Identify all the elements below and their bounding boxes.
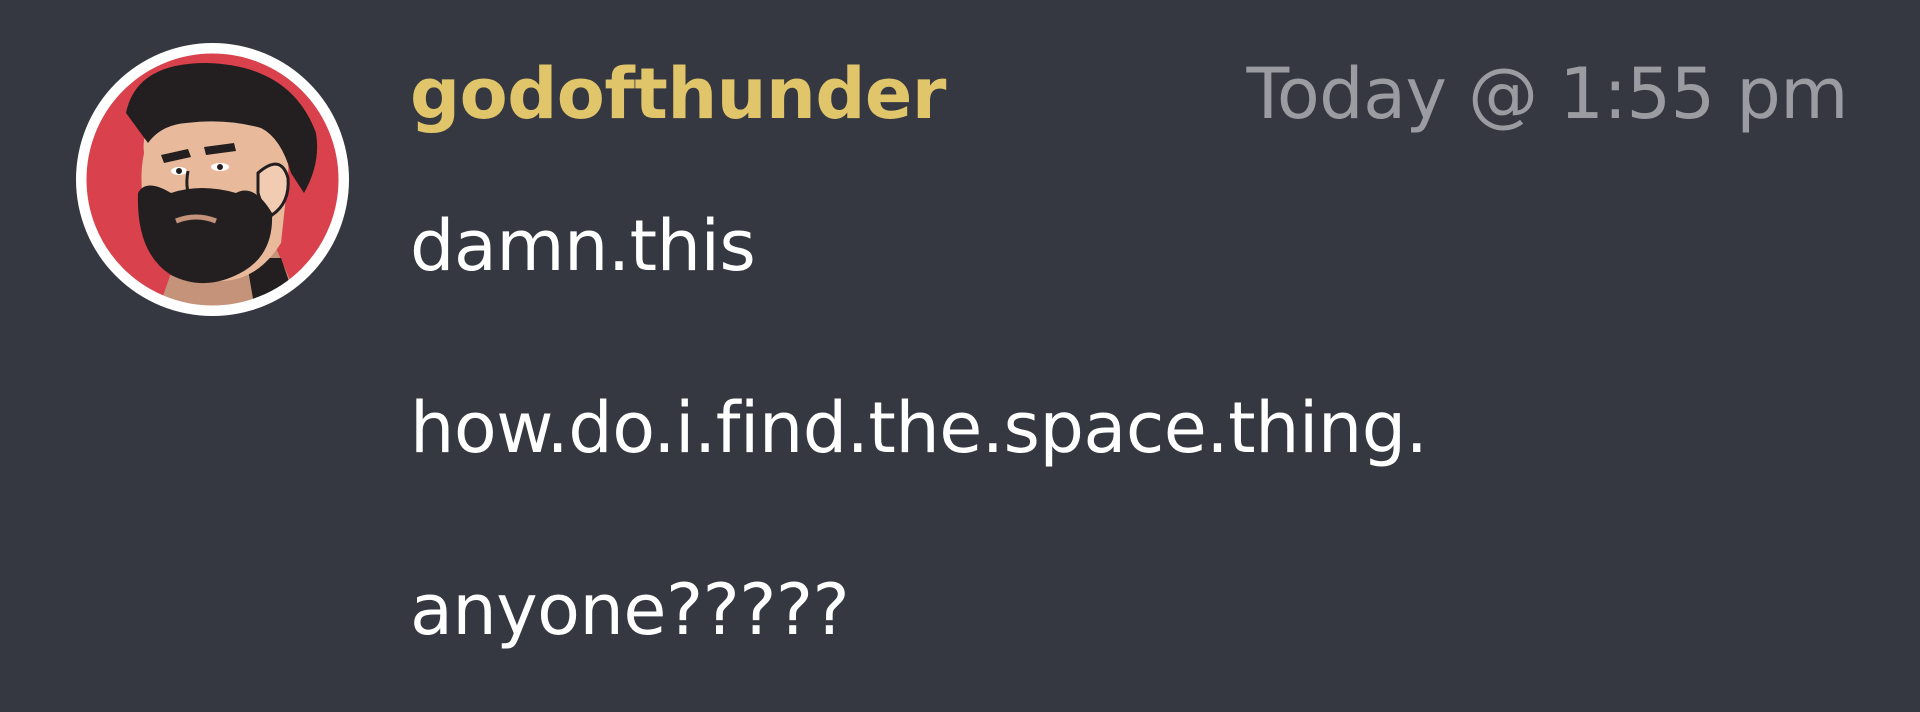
message-line: how.do.i.find.the.space.thing. [410, 387, 1428, 469]
chat-message: godofthunder Today @ 1:55 pm damn.this h… [0, 0, 1920, 712]
timestamp: Today @ 1:55 pm [1246, 53, 1848, 135]
message-line: damn.this [410, 205, 756, 287]
bearded-man-avatar-icon [82, 49, 343, 310]
avatar[interactable] [76, 43, 349, 316]
message-line: anyone????? [410, 569, 850, 651]
username[interactable]: godofthunder [410, 48, 946, 140]
